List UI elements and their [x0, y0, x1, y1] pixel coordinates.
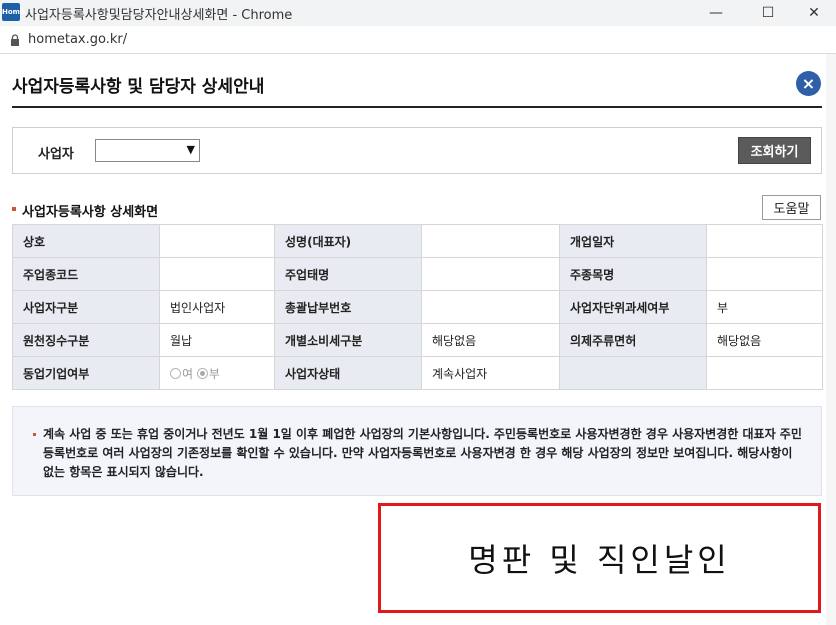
table-value-cell: 해당없음	[706, 323, 823, 357]
maximize-button[interactable]: ☐	[746, 0, 790, 26]
table-row: 상호 성명(대표자) 개업일자	[12, 224, 823, 258]
table-row: 주업종코드 주업태명 주종목명	[12, 257, 823, 291]
table-header-cell: 사업자단위과세여부	[559, 290, 707, 324]
lock-icon	[11, 34, 19, 46]
radio-no-button[interactable]	[196, 367, 208, 379]
window-titlebar: Home 사업자등록사항및담당자안내상세화면 - Chrome — ☐ ✕	[0, 0, 836, 26]
table-header-cell: 의제주류면허	[559, 323, 707, 357]
notice-text: 계속 사업 중 또는 휴업 중이거나 전년도 1월 1일 이후 폐업한 사업장의…	[43, 427, 802, 479]
table-value-cell	[159, 257, 275, 291]
table-value-cell	[159, 224, 275, 258]
table-value-cell: 부	[706, 290, 823, 324]
notice-box: 계속 사업 중 또는 휴업 중이거나 전년도 1월 1일 이후 폐업한 사업장의…	[12, 406, 822, 496]
page-scrollbar[interactable]	[826, 54, 836, 625]
stamp-area: 명판 및 직인날인	[378, 503, 821, 613]
section-title: 사업자등록사항 상세화면	[22, 205, 159, 220]
table-value-cell	[706, 224, 823, 258]
table-header-cell: 원천징수구분	[12, 323, 160, 357]
table-value-cell: 월납	[159, 323, 275, 357]
table-header-cell: 총괄납부번호	[274, 290, 422, 324]
notice-bullet-icon	[33, 433, 36, 436]
table-value-cell	[421, 224, 560, 258]
table-header-cell	[559, 356, 707, 390]
url-text: hometax.go.kr/	[28, 32, 128, 47]
table-value-cell	[706, 257, 823, 291]
table-value-cell	[421, 257, 560, 291]
table-header-cell: 성명(대표자)	[274, 224, 422, 258]
page-title: 사업자등록사항 및 담당자 상세안내	[12, 77, 265, 97]
title-divider	[12, 106, 822, 108]
window-close-button[interactable]: ✕	[792, 0, 836, 26]
chevron-down-icon: ▼	[186, 143, 195, 156]
address-bar[interactable]: hometax.go.kr/	[0, 26, 836, 54]
table-header-cell: 사업자구분	[12, 290, 160, 324]
help-button[interactable]: 도움말	[762, 195, 821, 220]
table-header-cell: 개별소비세구분	[274, 323, 422, 357]
table-header-cell: 주종목명	[559, 257, 707, 291]
table-value-cell	[706, 356, 823, 390]
window-title: 사업자등록사항및담당자안내상세화면 - Chrome	[25, 8, 293, 23]
table-header-cell: 주업태명	[274, 257, 422, 291]
table-header-cell: 상호	[12, 224, 160, 258]
table-row: 원천징수구분 월납 개별소비세구분 해당없음 의제주류면허 해당없음	[12, 323, 823, 357]
table-value-cell: 계속사업자	[421, 356, 560, 390]
radio-yes-button[interactable]	[170, 367, 181, 379]
table-header-cell: 주업종코드	[12, 257, 160, 291]
radio-yes-label: 여	[182, 366, 194, 381]
stamp-text: 명판 및 직인날인	[468, 541, 731, 579]
popup-close-button[interactable]: ×	[796, 71, 821, 96]
search-panel: 사업자 ▼ 조회하기	[12, 127, 822, 174]
table-header-cell: 개업일자	[559, 224, 707, 258]
table-value-cell: 해당없음	[421, 323, 560, 357]
table-header-cell: 동업기업여부	[12, 356, 160, 390]
partnership-radio-group: 여 부	[159, 356, 275, 390]
hometax-app-icon: Home	[2, 3, 25, 21]
radio-option-no[interactable]: 부	[196, 365, 220, 382]
section-bullet-icon	[12, 207, 16, 211]
registration-info-table: 상호 성명(대표자) 개업일자 주업종코드 주업태명 주종목명 사업자구분 법인…	[12, 224, 823, 390]
radio-no-label: 부	[208, 366, 220, 381]
table-row: 사업자구분 법인사업자 총괄납부번호 사업자단위과세여부 부	[12, 290, 823, 324]
table-value-cell: 법인사업자	[159, 290, 275, 324]
minimize-button[interactable]: —	[694, 0, 738, 26]
table-header-cell: 사업자상태	[274, 356, 422, 390]
table-value-cell	[421, 290, 560, 324]
table-row: 동업기업여부 여 부 사업자상태 계속사업자	[12, 356, 823, 390]
query-button[interactable]: 조회하기	[738, 137, 811, 164]
radio-option-yes[interactable]: 여	[170, 365, 193, 382]
business-select[interactable]: ▼	[95, 139, 200, 162]
business-label: 사업자	[38, 147, 74, 162]
